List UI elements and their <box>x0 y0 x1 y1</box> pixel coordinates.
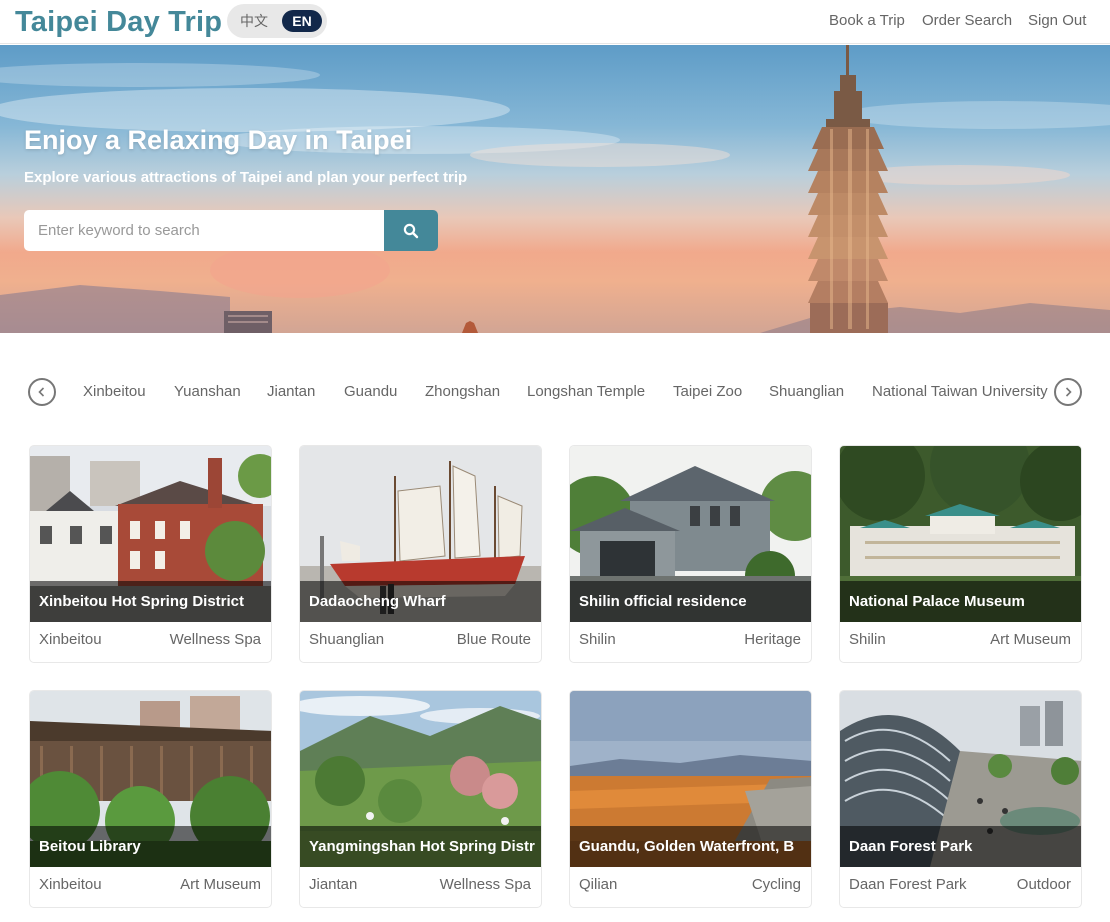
attraction-mrt: Daan Forest Park <box>849 876 967 893</box>
attraction-name: Guandu, Golden Waterfront, B <box>570 826 811 867</box>
attraction-mrt: Xinbeitou <box>39 876 102 893</box>
attraction-category: Art Museum <box>990 631 1071 648</box>
site-logo[interactable]: Taipei Day Trip <box>15 4 222 40</box>
attraction-mrt: Xinbeitou <box>39 631 102 648</box>
attraction-category: Heritage <box>744 631 801 648</box>
attraction-card[interactable]: Xinbeitou Hot Spring District Xinbeitou … <box>29 445 272 663</box>
category-item[interactable]: Taipei Zoo <box>673 382 742 402</box>
attraction-category: Wellness Spa <box>169 631 261 648</box>
category-item[interactable]: Guandu <box>344 382 397 402</box>
attraction-category: Wellness Spa <box>439 876 531 893</box>
nav-book-trip[interactable]: Book a Trip <box>829 11 905 31</box>
hero-subtitle: Explore various attractions of Taipei an… <box>24 169 468 186</box>
category-item[interactable]: Jiantan <box>267 382 315 402</box>
attraction-mrt: Jiantan <box>309 876 358 893</box>
category-next-button[interactable] <box>1054 378 1082 406</box>
attraction-name: Dadaocheng Wharf <box>300 581 541 622</box>
attraction-mrt: Shilin <box>579 631 616 648</box>
attraction-name: Yangmingshan Hot Spring Distr <box>300 826 541 867</box>
attraction-card[interactable]: Beitou Library Xinbeitou Art Museum <box>29 690 272 908</box>
attraction-name: Daan Forest Park <box>840 826 1081 867</box>
category-item[interactable]: Yuanshan <box>174 382 241 402</box>
attraction-mrt: Qilian <box>579 876 618 893</box>
search-icon <box>403 223 419 239</box>
category-item[interactable]: Shuanglian <box>769 382 844 402</box>
search-input[interactable] <box>24 210 384 251</box>
attraction-card[interactable]: Shilin official residence Shilin Heritag… <box>569 445 812 663</box>
category-item[interactable]: National Taiwan University <box>872 382 1048 402</box>
top-navbar: Taipei Day Trip 中文 EN Book a Trip Order … <box>0 0 1110 44</box>
attraction-card[interactable]: National Palace Museum Shilin Art Museum <box>839 445 1082 663</box>
category-list: Xinbeitou Yuanshan Jiantan Guandu Zhongs… <box>70 380 1050 404</box>
attraction-name: Beitou Library <box>30 826 271 867</box>
hero-background-image <box>0 45 1110 333</box>
language-toggle[interactable]: 中文 EN <box>227 4 327 38</box>
attraction-category: Blue Route <box>456 631 531 648</box>
attraction-card[interactable]: Guandu, Golden Waterfront, B Qilian Cycl… <box>569 690 812 908</box>
attraction-mrt: Shuanglian <box>309 631 385 648</box>
lang-option-en[interactable]: EN <box>282 10 322 32</box>
nav-sign-out[interactable]: Sign Out <box>1028 11 1086 31</box>
category-item[interactable]: Xinbeitou <box>83 382 146 402</box>
attraction-card[interactable]: Dadaocheng Wharf Shuanglian Blue Route <box>299 445 542 663</box>
attraction-card[interactable]: Yangmingshan Hot Spring Distr Jiantan We… <box>299 690 542 908</box>
lang-option-zh[interactable]: 中文 <box>240 12 268 30</box>
attraction-category: Outdoor <box>1016 876 1071 893</box>
chevron-left-icon <box>38 387 45 397</box>
attraction-card[interactable]: Daan Forest Park Daan Forest Park Outdoo… <box>839 690 1082 908</box>
category-item[interactable]: Zhongshan <box>425 382 500 402</box>
category-item[interactable]: Longshan Temple <box>527 382 645 402</box>
nav-order-search[interactable]: Order Search <box>922 11 1012 31</box>
attraction-name: National Palace Museum <box>840 581 1081 622</box>
hero-banner: Enjoy a Relaxing Day in Taipei Explore v… <box>0 45 1110 333</box>
attraction-name: Xinbeitou Hot Spring District <box>30 581 271 622</box>
category-prev-button[interactable] <box>28 378 56 406</box>
attraction-category: Art Museum <box>180 876 261 893</box>
attraction-mrt: Shilin <box>849 631 886 648</box>
attraction-category: Cycling <box>751 876 801 893</box>
chevron-right-icon <box>1065 387 1072 397</box>
attraction-name: Shilin official residence <box>570 581 811 622</box>
hero-title: Enjoy a Relaxing Day in Taipei <box>24 125 413 155</box>
search-button[interactable] <box>384 210 438 251</box>
